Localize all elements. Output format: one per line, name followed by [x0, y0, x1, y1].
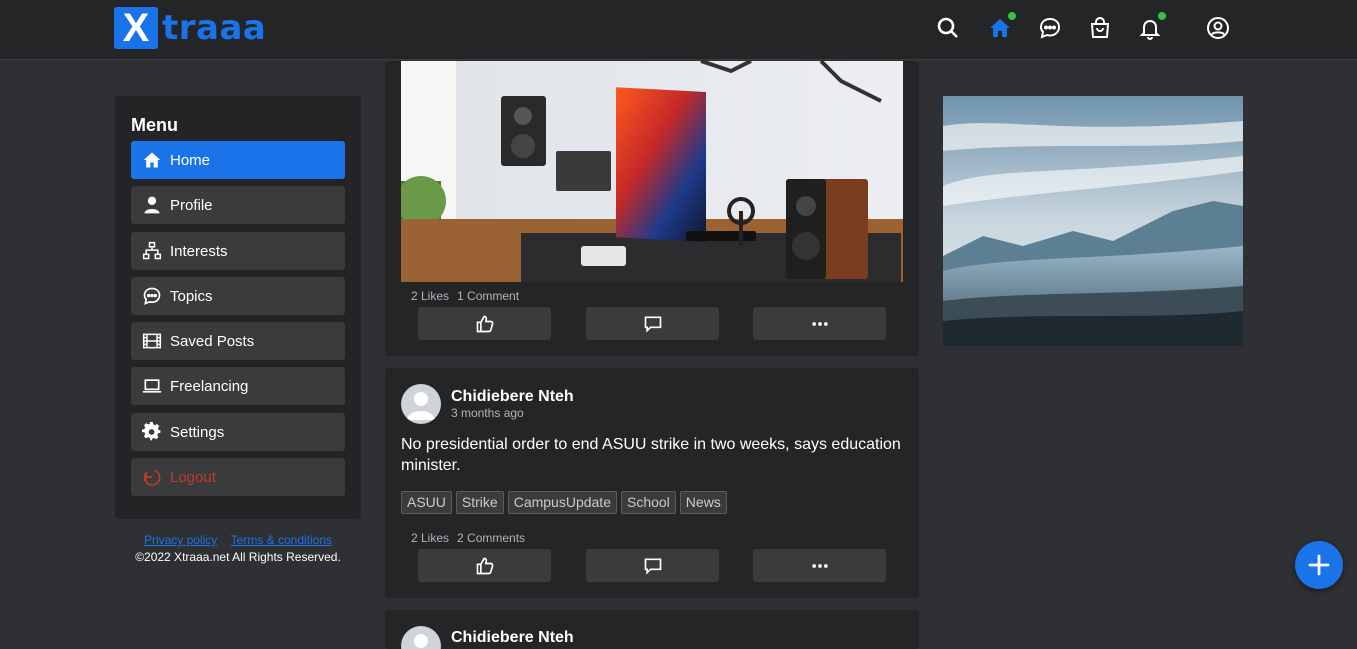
laptop-icon	[142, 379, 162, 393]
sidebar-item-saved-posts[interactable]: Saved Posts	[131, 322, 345, 360]
film-icon	[142, 333, 162, 349]
post-tags: ASUU Strike CampusUpdate School News	[401, 491, 727, 514]
sidebar-item-label: Saved Posts	[170, 332, 255, 350]
create-post-button[interactable]	[1295, 541, 1343, 589]
sidebar-item-profile[interactable]: Profile	[131, 186, 345, 224]
likes-count[interactable]: 2 Likes	[411, 531, 449, 545]
thumbs-up-icon	[476, 557, 493, 574]
logo-mark: X	[114, 6, 158, 50]
sidebar-item-label: Logout	[170, 468, 216, 486]
sidebar-image	[943, 96, 1243, 346]
like-button[interactable]	[418, 549, 551, 582]
sidebar-item-topics[interactable]: Topics	[131, 277, 345, 315]
post-author[interactable]: Chidiebere Nteh	[451, 388, 574, 406]
copyright: ©2022 Xtraaa.net All Rights Reserved.	[135, 550, 341, 564]
terms-link[interactable]: Terms & conditions	[231, 533, 332, 547]
sidebar-item-label: Settings	[170, 423, 225, 441]
post-author[interactable]: Chidiebere Nteh	[451, 629, 574, 647]
more-options-button[interactable]	[753, 307, 886, 340]
notification-indicator	[1156, 10, 1168, 22]
sidebar-item-logout[interactable]: Logout	[131, 458, 345, 496]
logo-text: traaa	[162, 8, 267, 48]
comment-icon	[143, 287, 161, 305]
sidebar-item-freelancing[interactable]: Freelancing	[131, 367, 345, 405]
sidebar-item-label: Freelancing	[170, 377, 249, 395]
sitemap-icon	[142, 241, 162, 260]
more-options-button[interactable]	[753, 549, 886, 582]
tag[interactable]: School	[620, 491, 676, 514]
menu-title: Menu	[131, 115, 178, 135]
comment-icon	[644, 316, 661, 333]
plus-icon	[1308, 554, 1330, 576]
sidebar-item-label: Profile	[170, 196, 213, 214]
online-indicator	[1006, 10, 1018, 22]
comments-count[interactable]: 2 Comments	[457, 531, 525, 545]
tag[interactable]: ASUU	[401, 491, 452, 514]
gear-icon	[142, 422, 161, 441]
post-stats: 2 Likes 1 Comment	[411, 289, 519, 303]
ellipsis-icon	[811, 321, 828, 326]
sidebar-item-label: Home	[170, 151, 211, 169]
post-timestamp: 3 months ago	[451, 406, 524, 420]
like-button[interactable]	[418, 307, 551, 340]
bell-icon[interactable]	[1132, 10, 1168, 44]
search-icon[interactable]	[930, 12, 966, 44]
home-icon	[143, 152, 161, 168]
avatar[interactable]	[401, 626, 441, 649]
shopping-bag-icon[interactable]	[1082, 12, 1118, 44]
post-image[interactable]	[401, 61, 903, 282]
post-card: Chidiebere Nteh	[385, 610, 919, 649]
privacy-policy-link[interactable]: Privacy policy	[144, 533, 217, 547]
sidebar-item-interests[interactable]: Interests	[131, 232, 345, 270]
sidebar-item-home[interactable]: Home	[131, 141, 345, 179]
sidebar-item-settings[interactable]: Settings	[131, 413, 345, 451]
thumbs-up-icon	[476, 315, 493, 332]
post-text: No presidential order to end ASUU strike…	[401, 436, 901, 474]
logout-icon	[143, 469, 161, 486]
sidebar-menu: Menu Home Profile Interests Topics Saved…	[115, 96, 361, 519]
ellipsis-icon	[811, 563, 828, 568]
footer-links: Privacy policy Terms & conditions	[115, 533, 361, 547]
post-card: 2 Likes 1 Comment	[385, 61, 919, 356]
top-navbar: X traaa	[0, 0, 1357, 60]
logo[interactable]: X traaa	[114, 6, 267, 50]
sidebar-item-label: Topics	[170, 287, 213, 305]
user-icon	[144, 196, 160, 214]
tag[interactable]: CampusUpdate	[507, 491, 617, 514]
comment-icon	[644, 558, 661, 575]
chat-icon[interactable]	[1032, 12, 1068, 44]
home-icon[interactable]	[982, 10, 1018, 44]
avatar[interactable]	[401, 384, 441, 424]
post-stats: 2 Likes 2 Comments	[411, 531, 525, 545]
comment-button[interactable]	[586, 307, 719, 340]
tag[interactable]: Strike	[455, 491, 504, 514]
comments-count[interactable]: 1 Comment	[457, 289, 519, 303]
sidebar-item-label: Interests	[170, 242, 228, 260]
comment-button[interactable]	[586, 549, 719, 582]
likes-count[interactable]: 2 Likes	[411, 289, 449, 303]
user-circle-icon[interactable]	[1200, 12, 1236, 44]
post-card: Chidiebere Nteh 3 months ago No presiden…	[385, 368, 919, 598]
tag[interactable]: News	[679, 491, 727, 514]
